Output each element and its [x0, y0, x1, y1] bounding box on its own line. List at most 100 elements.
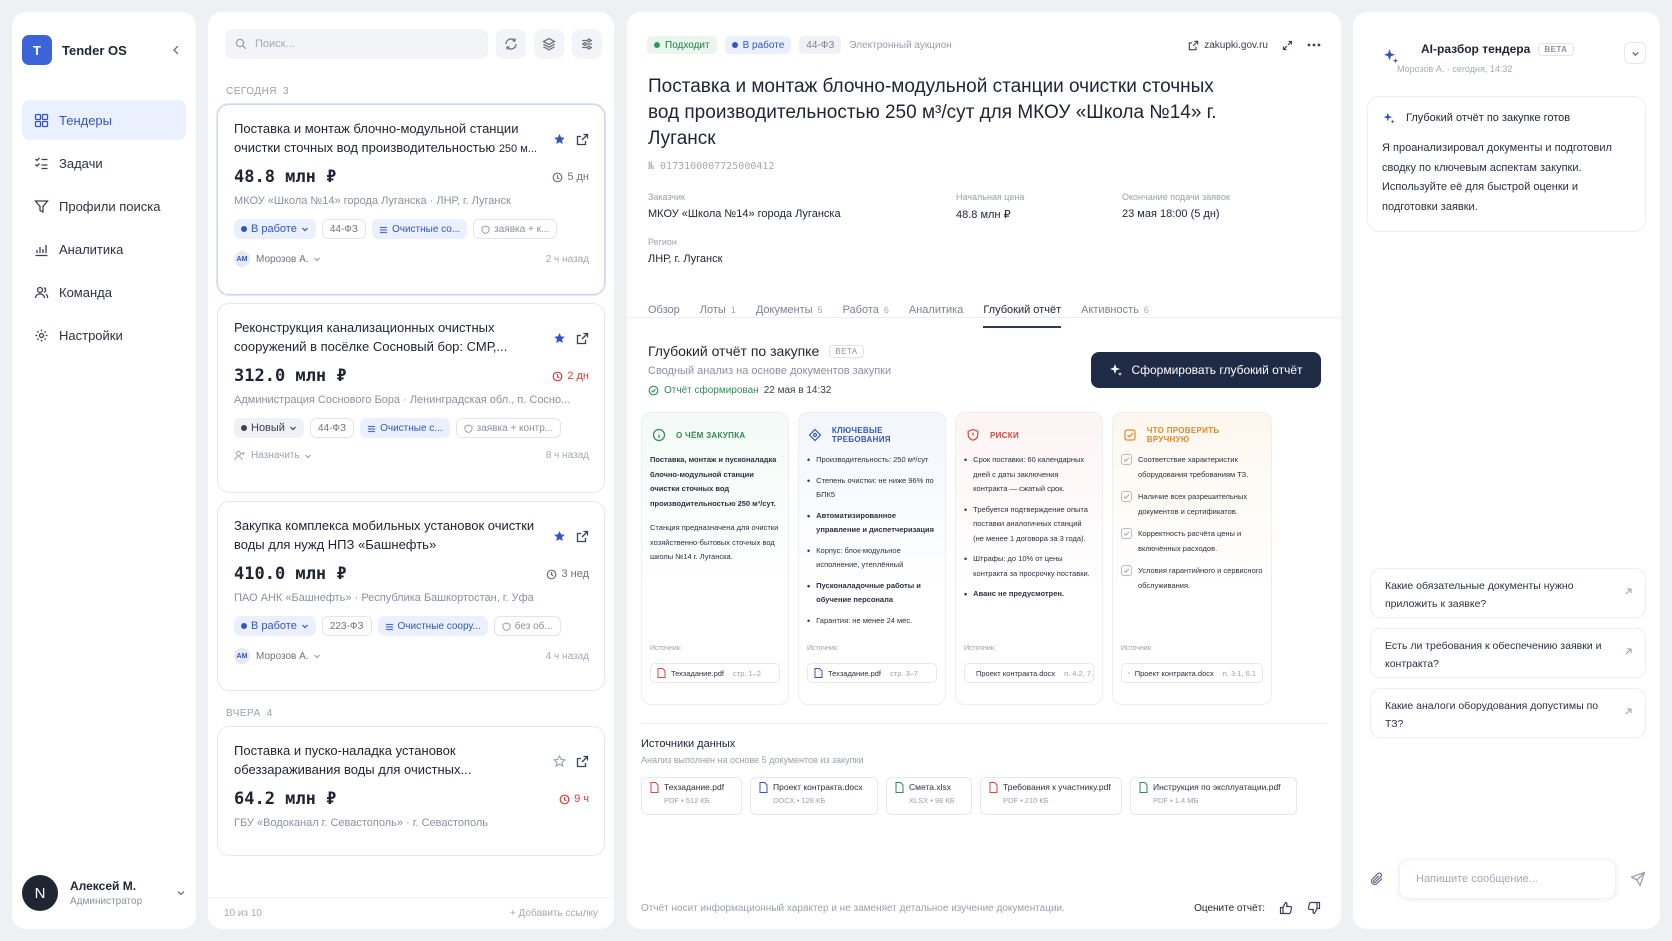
- tender-card[interactable]: Закупка комплекса мобильных установок оч…: [217, 501, 605, 691]
- layers-icon: [542, 37, 556, 51]
- sidebar-item-settings[interactable]: Настройки: [22, 315, 186, 355]
- source-chip[interactable]: Проект контракта.docx п. 4.2, 7.3, 8.2: [964, 663, 1094, 683]
- external-link-icon[interactable]: [576, 743, 589, 779]
- source-pages: стр. 1–2: [733, 668, 762, 678]
- status-dropdown[interactable]: Новый: [234, 418, 304, 438]
- sidebar-nav: Тендеры Задачи Профили поиска Аналитика …: [22, 100, 186, 355]
- message-box[interactable]: [1399, 859, 1616, 899]
- tab-analytics[interactable]: Аналитика: [909, 292, 963, 327]
- file-info: Требования к участнику.pdf PDF • 210 КБ: [1003, 782, 1111, 810]
- law-badge: 44-ФЗ: [799, 36, 842, 54]
- tab-overview[interactable]: Обзор: [648, 292, 680, 327]
- tender-card[interactable]: Поставка и пуско-наладка установок обезз…: [217, 726, 605, 856]
- report-footer: Отчёт носит информационный характер и не…: [641, 901, 1321, 915]
- arrow-up-right-icon: [1624, 647, 1633, 656]
- user-profile[interactable]: N Алексей М. Администратор: [22, 875, 186, 911]
- chevron-down-icon: [290, 426, 296, 431]
- star-icon[interactable]: [553, 121, 566, 157]
- send-icon[interactable]: [1630, 871, 1646, 887]
- tab-activity[interactable]: Активность 6: [1081, 292, 1149, 327]
- chevron-down-icon: [313, 654, 320, 659]
- check-item[interactable]: Соответствие характеристик оборудования …: [1121, 453, 1263, 482]
- deadline-text: 5 дн: [567, 171, 589, 183]
- external-link-icon[interactable]: [576, 518, 589, 554]
- file-name: Проект контракта.docx: [773, 782, 863, 792]
- sidebar-item-tenders[interactable]: Тендеры: [22, 100, 186, 140]
- generate-report-button[interactable]: Сформировать глубокий отчёт: [1091, 352, 1321, 388]
- assignee-dropdown[interactable]: Морозов А.: [256, 651, 309, 662]
- sidebar-item-team[interactable]: Команда: [22, 272, 186, 312]
- source-chip[interactable]: Проект контракта.docx п. 3.1, 6.1: [1121, 663, 1263, 683]
- checkbox[interactable]: [1121, 528, 1132, 539]
- checkbox[interactable]: [1121, 565, 1132, 576]
- check-item[interactable]: Условия гарантийного и сервисного обслуж…: [1121, 564, 1263, 593]
- sidebar-item-search-profiles[interactable]: Профили поиска: [22, 186, 186, 226]
- suggestion-button[interactable]: Есть ли требования к обеспечению заявки …: [1370, 628, 1646, 678]
- card-price: 410.0 млн ₽: [234, 564, 347, 584]
- tab-documents[interactable]: Документы 5: [756, 292, 823, 327]
- expand-icon[interactable]: [1282, 40, 1293, 51]
- external-link-icon[interactable]: [576, 320, 589, 356]
- chevron-down-icon: [313, 257, 320, 262]
- message-input[interactable]: [1416, 873, 1599, 885]
- check-item[interactable]: Наличие всех разрешительных документов и…: [1121, 490, 1263, 519]
- source-chip[interactable]: Техзадание.pdf стр. 1–2: [650, 663, 780, 683]
- thumbs-down-icon[interactable]: [1307, 901, 1321, 915]
- sidebar-item-tasks[interactable]: Задачи: [22, 143, 186, 183]
- thumbs-up-icon[interactable]: [1279, 901, 1293, 915]
- collapse-sidebar-icon[interactable]: [170, 44, 182, 56]
- status-dropdown[interactable]: В работе: [234, 616, 316, 636]
- card-title-tail: 250 м...: [498, 143, 537, 155]
- group-label: СЕГОДНЯ: [226, 85, 278, 97]
- source-link[interactable]: zakupki.gov.ru: [1188, 40, 1268, 51]
- paperclip-icon[interactable]: [1369, 871, 1385, 887]
- check-item[interactable]: Корректность расчёта цены и включённых р…: [1121, 527, 1263, 556]
- tab-label: Документы: [755, 303, 813, 316]
- search-box[interactable]: [225, 29, 488, 59]
- checkbox[interactable]: [1121, 491, 1132, 502]
- status-dropdown[interactable]: В работе: [234, 219, 316, 239]
- card-actions: [553, 318, 589, 356]
- layers-button[interactable]: [534, 29, 564, 59]
- add-link-button[interactable]: + Добавить ссылку: [510, 908, 598, 919]
- star-icon[interactable]: [553, 518, 566, 554]
- source-chip[interactable]: Техзадание.pdf стр. 3–7: [807, 663, 937, 683]
- file-name: Инструкция по эксплуатации.pdf: [1153, 782, 1281, 792]
- source-file-chip[interactable]: Техзадание.pdf PDF • 512 КБ: [641, 777, 742, 815]
- assignee-dropdown[interactable]: Морозов А.: [256, 254, 309, 265]
- star-outline-icon[interactable]: [553, 743, 566, 779]
- source-file-chip[interactable]: Требования к участнику.pdf PDF • 210 КБ: [980, 777, 1122, 815]
- more-icon[interactable]: [1307, 43, 1321, 47]
- ai-collapse-button[interactable]: [1624, 42, 1646, 64]
- card-actions: [553, 119, 589, 157]
- tender-card[interactable]: Поставка и монтаж блочно-модульной станц…: [217, 104, 605, 295]
- assign-button[interactable]: Назначить: [251, 450, 300, 461]
- source-file-chip[interactable]: Инструкция по эксплуатации.pdf PDF • 1.4 …: [1130, 777, 1297, 815]
- chevron-down-icon[interactable]: [176, 888, 186, 898]
- tender-card[interactable]: Реконструкция канализационных очистных с…: [217, 303, 605, 493]
- list-count: 10 из 10: [224, 908, 262, 919]
- tab-work[interactable]: Работа 6: [843, 292, 889, 327]
- filter-settings-button[interactable]: [572, 29, 602, 59]
- checkbox[interactable]: [1121, 454, 1132, 465]
- card-deadline: 9 ч: [559, 793, 589, 805]
- external-link-icon[interactable]: [576, 121, 589, 157]
- requirement-item: Автоматизированное управление и диспетче…: [807, 509, 937, 538]
- tab-deep-report[interactable]: Глубокий отчёт: [983, 292, 1061, 328]
- file-info: Техзадание.pdf PDF • 512 КБ: [664, 782, 724, 810]
- avatar: N: [22, 875, 58, 911]
- file-info: Инструкция по эксплуатации.pdf PDF • 1.4 …: [1153, 782, 1281, 810]
- source-file-chip[interactable]: Смета.xlsx XLSX • 98 КБ: [886, 777, 972, 815]
- tab-lots[interactable]: Лоты 1: [700, 292, 736, 327]
- source-file-chip[interactable]: Проект контракта.docx DOCX • 128 КБ: [750, 777, 878, 815]
- app-name: Tender OS: [62, 42, 127, 58]
- sidebar-item-analytics[interactable]: Аналитика: [22, 229, 186, 269]
- refresh-button[interactable]: [496, 29, 526, 59]
- file-meta: XLSX • 98 КБ: [909, 796, 955, 805]
- customer-name: ПАО АНК «Башнефть»: [234, 592, 352, 604]
- star-icon[interactable]: [553, 320, 566, 356]
- suggestion-button[interactable]: Какие обязательные документы нужно прило…: [1370, 568, 1646, 618]
- meta-value: МКОУ «Школа №14» города Луганска: [648, 208, 841, 220]
- search-input[interactable]: [255, 38, 478, 50]
- suggestion-button[interactable]: Какие аналоги оборудования допустимы по …: [1370, 688, 1646, 738]
